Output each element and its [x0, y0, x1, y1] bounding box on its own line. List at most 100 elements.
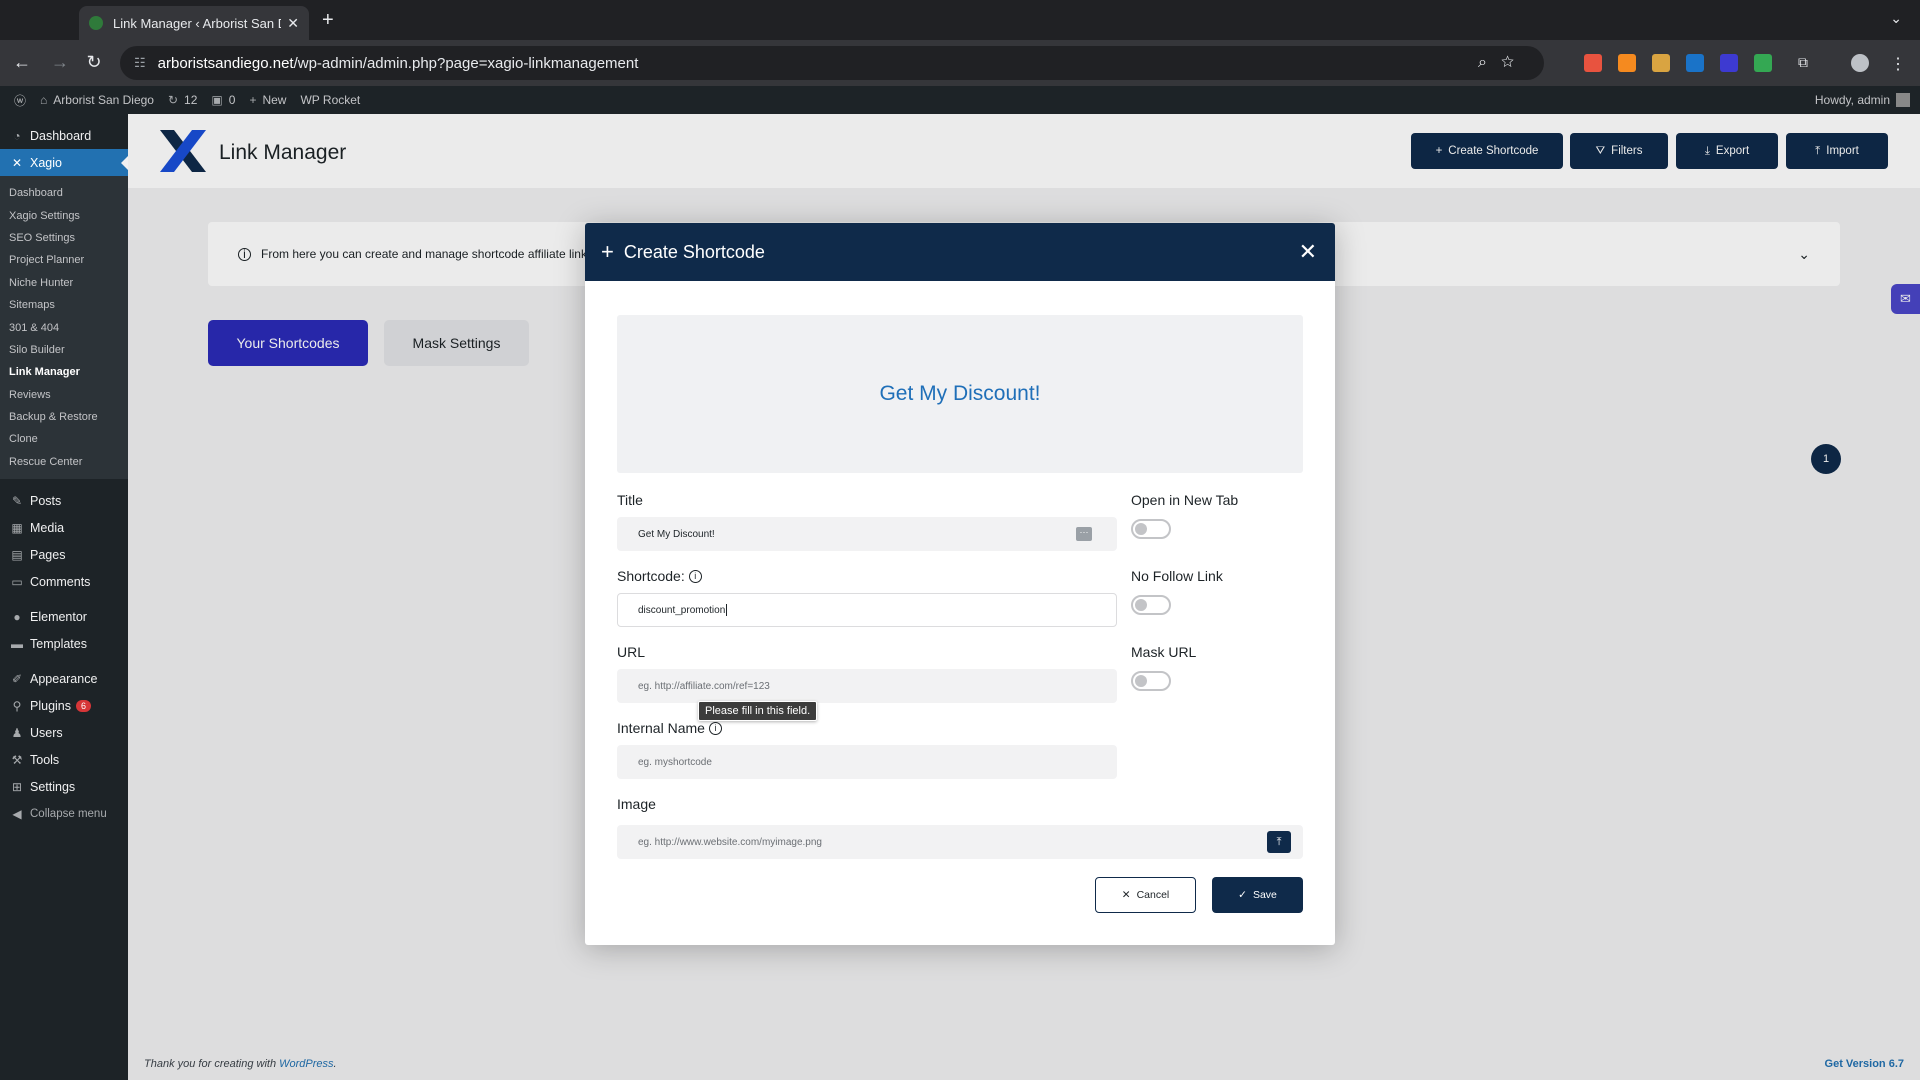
sidebar-item-settings[interactable]: ⊞ Settings — [0, 773, 128, 800]
submenu-item[interactable]: Reviews — [0, 384, 128, 406]
browser-tab[interactable]: Link Manager ‹ Arborist San D ✕ — [79, 6, 309, 40]
pages-icon: ▤ — [11, 547, 23, 562]
submenu-item[interactable]: Backup & Restore — [0, 406, 128, 428]
info-icon[interactable]: i — [688, 569, 702, 583]
media-icon: ▦ — [11, 520, 23, 535]
forward-icon[interactable]: → — [50, 52, 70, 73]
site-favicon-icon — [89, 16, 103, 30]
extension-icon-3[interactable] — [1652, 54, 1670, 72]
back-icon[interactable]: ← — [12, 52, 32, 73]
submenu-item-link-manager[interactable]: Link Manager — [0, 361, 128, 383]
submenu-item[interactable]: SEO Settings — [0, 227, 128, 249]
sidebar-item-posts[interactable]: ✎ Posts — [0, 487, 128, 514]
plugins-update-badge: 6 — [76, 699, 92, 712]
preview-link[interactable]: Get My Discount! — [879, 382, 1040, 406]
wrench-icon: ⚒ — [11, 752, 23, 767]
modal-header: + Create Shortcode ✕ — [585, 223, 1335, 281]
extension-m-icon[interactable] — [1686, 54, 1704, 72]
internal-name-label: Internal Name i — [617, 720, 722, 736]
extension-k-icon[interactable] — [1754, 54, 1772, 72]
submenu-item[interactable]: Sitemaps — [0, 294, 128, 316]
title-field[interactable]: Get My Discount! ··· — [617, 517, 1117, 551]
site-name-link[interactable]: ⌂ Arborist San Diego — [40, 93, 154, 107]
submenu-item[interactable]: 301 & 404 — [0, 316, 128, 338]
sidebar-item-elementor[interactable]: ● Elementor — [0, 603, 128, 630]
xagio-submenu: Dashboard Xagio Settings SEO Settings Pr… — [0, 176, 128, 480]
url-field[interactable]: eg. http://affiliate.com/ref=123 — [617, 669, 1117, 703]
dashboard-icon: ◔ — [13, 128, 21, 143]
home-icon: ⌂ — [40, 93, 48, 107]
upload-image-button[interactable]: ⤒ — [1267, 831, 1291, 853]
sidebar-item-appearance[interactable]: ✐ Appearance — [0, 665, 128, 692]
plus-icon: + — [249, 93, 257, 107]
submenu-item[interactable]: Project Planner — [0, 249, 128, 271]
submenu-item[interactable]: Silo Builder — [0, 339, 128, 361]
profile-avatar-icon[interactable] — [1851, 54, 1869, 72]
info-icon[interactable]: i — [708, 721, 722, 735]
bookmark-star-icon[interactable]: ☆ — [1501, 54, 1528, 71]
new-tab-icon[interactable]: + — [322, 9, 334, 32]
sidebar-item-pages[interactable]: ▤ Pages — [0, 541, 128, 568]
close-icon: ✕ — [1121, 889, 1131, 901]
omnibox-actions: ⌕☆ — [1478, 54, 1528, 72]
sidebar-item-templates[interactable]: ▬ Templates — [0, 630, 128, 657]
submenu-item[interactable]: Rescue Center — [0, 451, 128, 473]
pin-icon: ✎ — [11, 493, 23, 508]
tab-search-chevron-icon[interactable]: ⌄ — [1890, 10, 1902, 27]
sidebar-item-tools[interactable]: ⚒ Tools — [0, 746, 128, 773]
submenu-item[interactable]: Clone — [0, 428, 128, 450]
internal-name-field[interactable]: eg. myshortcode — [617, 745, 1117, 779]
sidebar-item-comments[interactable]: ▭ Comments — [0, 568, 128, 595]
updates-link[interactable]: ↻ 12 — [168, 93, 197, 107]
wp-logo-icon[interactable]: ⓦ — [14, 92, 26, 109]
create-shortcode-modal: + Create Shortcode ✕ Get My Discount! Ti… — [585, 223, 1335, 945]
mask-url-label: Mask URL — [1131, 644, 1197, 660]
sidebar-item-collapse[interactable]: ◀ Collapse menu — [0, 800, 128, 827]
shortcode-label: Shortcode: i — [617, 568, 702, 584]
submenu-item[interactable]: Xagio Settings — [0, 204, 128, 226]
sidebar-item-dashboard[interactable]: ◔ Dashboard — [0, 122, 128, 149]
browser-toolbar: ← → ↻ ☷ arboristsandiego.net/wp-admin/ad… — [0, 40, 1920, 86]
sidebar-item-plugins[interactable]: ⚲ Plugins 6 — [0, 692, 128, 719]
reload-icon[interactable]: ↻ — [84, 52, 104, 73]
avatar — [1896, 93, 1910, 107]
sidebar-item-xagio[interactable]: ✕ Xagio — [0, 149, 128, 176]
browser-menu-icon[interactable]: ⋮ — [1890, 54, 1908, 73]
tab-close-icon[interactable]: ✕ — [287, 15, 299, 32]
image-label: Image — [617, 796, 656, 812]
sidebar-item-users[interactable]: ♟ Users — [0, 719, 128, 746]
mask-url-toggle[interactable] — [1131, 671, 1171, 691]
plugin-icon: ⚲ — [12, 698, 22, 713]
close-icon[interactable]: ✕ — [1299, 239, 1317, 265]
submenu-item[interactable]: Niche Hunter — [0, 272, 128, 294]
toggle-knob — [1135, 675, 1147, 687]
save-button[interactable]: ✓ Save — [1212, 877, 1303, 913]
updates-icon: ↻ — [167, 93, 179, 107]
address-bar[interactable]: ☷ arboristsandiego.net/wp-admin/admin.ph… — [120, 46, 1544, 80]
check-icon: ✓ — [1238, 889, 1247, 901]
xagio-icon: ✕ — [11, 155, 23, 170]
sidebar-item-media[interactable]: ▦ Media — [0, 514, 128, 541]
extensions-puzzle-icon[interactable]: ⧉ — [1798, 54, 1816, 72]
elementor-icon: ● — [13, 609, 21, 624]
image-field[interactable]: eg. http://www.website.com/myimage.png — [617, 825, 1303, 859]
site-info-icon[interactable]: ☷ — [134, 55, 146, 71]
more-options-icon[interactable]: ··· — [1076, 527, 1092, 541]
wp-rocket-link[interactable]: WP Rocket — [300, 93, 360, 107]
collapse-icon: ◀ — [12, 806, 22, 821]
no-follow-toggle[interactable] — [1131, 595, 1171, 615]
extension-icon-5[interactable] — [1720, 54, 1738, 72]
zoom-icon[interactable]: ⌕ — [1478, 54, 1501, 71]
comments-link[interactable]: ▣ 0 — [211, 93, 235, 107]
shortcode-field[interactable]: discount_promotion — [617, 593, 1117, 627]
howdy-account[interactable]: Howdy, admin — [1815, 93, 1910, 107]
extension-icon-1[interactable] — [1584, 54, 1602, 72]
title-label: Title — [617, 492, 643, 508]
extension-amazon-icon[interactable] — [1618, 54, 1636, 72]
toggle-knob — [1135, 599, 1147, 611]
cancel-button[interactable]: ✕ Cancel — [1095, 877, 1196, 913]
open-new-tab-toggle[interactable] — [1131, 519, 1171, 539]
brush-icon: ✐ — [11, 671, 23, 686]
new-content-link[interactable]: + New — [249, 93, 286, 107]
submenu-item[interactable]: Dashboard — [0, 182, 128, 204]
